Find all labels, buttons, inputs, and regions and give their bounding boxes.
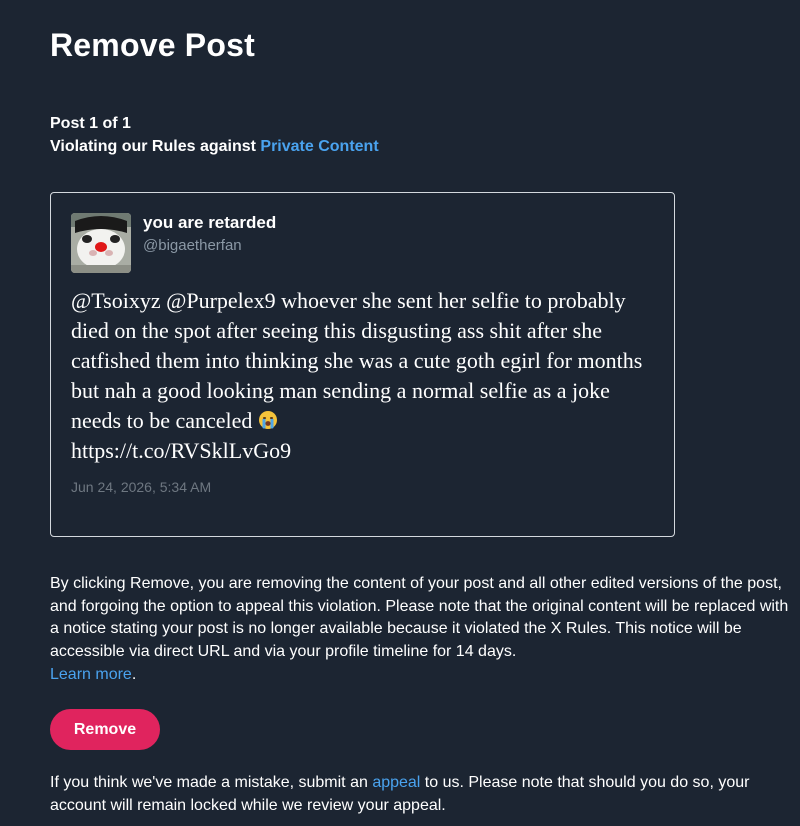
violation-prefix: Violating our Rules against: [50, 138, 261, 155]
author-handle: @bigaetherfan: [143, 237, 242, 254]
post-text: @Tsoixyz @Purpelex9 whoever she sent her…: [71, 286, 661, 466]
post-link[interactable]: https://t.co/RVSklLvGo9: [71, 438, 291, 463]
remove-button[interactable]: Remove: [50, 709, 160, 750]
appeal-link[interactable]: appeal: [372, 774, 420, 791]
loudly-crying-face-icon: [258, 408, 278, 429]
appeal-notice: If you think we've made a mistake, submi…: [50, 772, 790, 817]
post-card: you are retarded @bigaetherfan @Tsoixyz …: [50, 192, 675, 537]
post-date: Jun 24, 2026, 5:34 AM: [71, 479, 212, 495]
post-counter: Post 1 of 1: [50, 115, 131, 132]
author-name: you are retarded: [143, 213, 277, 232]
avatar: [71, 213, 131, 273]
notice-text: By clicking Remove, you are removing the…: [50, 575, 789, 661]
violation-line: Violating our Rules against Private Cont…: [50, 135, 379, 158]
post-body: @Tsoixyz @Purpelex9 whoever she sent her…: [71, 288, 643, 433]
avatar-image: [71, 213, 131, 273]
footer-prefix: If you think we've made a mistake, submi…: [50, 774, 373, 791]
page-title: Remove Post: [50, 27, 255, 63]
post-meta: Post 1 of 1 Violating our Rules against …: [50, 112, 379, 158]
private-content-link[interactable]: Private Content: [260, 138, 378, 155]
learn-more-link[interactable]: Learn more: [50, 666, 132, 683]
notice-end: .: [131, 665, 137, 683]
removal-notice: By clicking Remove, you are removing the…: [50, 573, 790, 687]
